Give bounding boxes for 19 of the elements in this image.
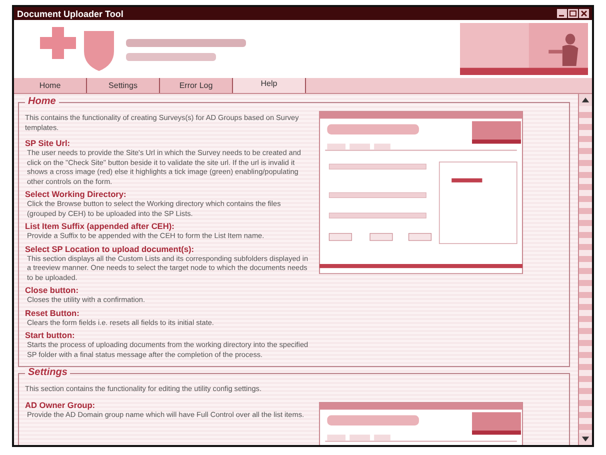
help-heading: SP Site Url:: [25, 138, 72, 148]
tab[interactable]: Home: [14, 78, 87, 93]
help-heading: Reset Button:: [25, 308, 80, 318]
help-heading: AD Owner Group:: [25, 400, 96, 410]
close-icon[interactable]: [579, 9, 589, 18]
help-heading: Select Working Directory:: [25, 189, 128, 199]
help-heading: Select SP Location to upload document(s):: [25, 244, 196, 254]
scrollbar[interactable]: [578, 94, 592, 445]
maximize-icon[interactable]: [568, 9, 578, 18]
help-heading: Close button:: [25, 285, 80, 295]
tab[interactable]: Help: [233, 78, 306, 93]
tab[interactable]: Settings: [87, 78, 160, 93]
help-heading: List Item Suffix (appended after CEH):: [25, 221, 176, 231]
tab[interactable]: Error Log: [160, 78, 233, 93]
help-heading: Start button:: [25, 330, 76, 340]
section-title: Home: [25, 96, 59, 107]
minimize-icon[interactable]: [557, 9, 567, 18]
section-title: Settings: [25, 367, 70, 378]
window-title: Document Uploader Tool: [17, 8, 124, 18]
